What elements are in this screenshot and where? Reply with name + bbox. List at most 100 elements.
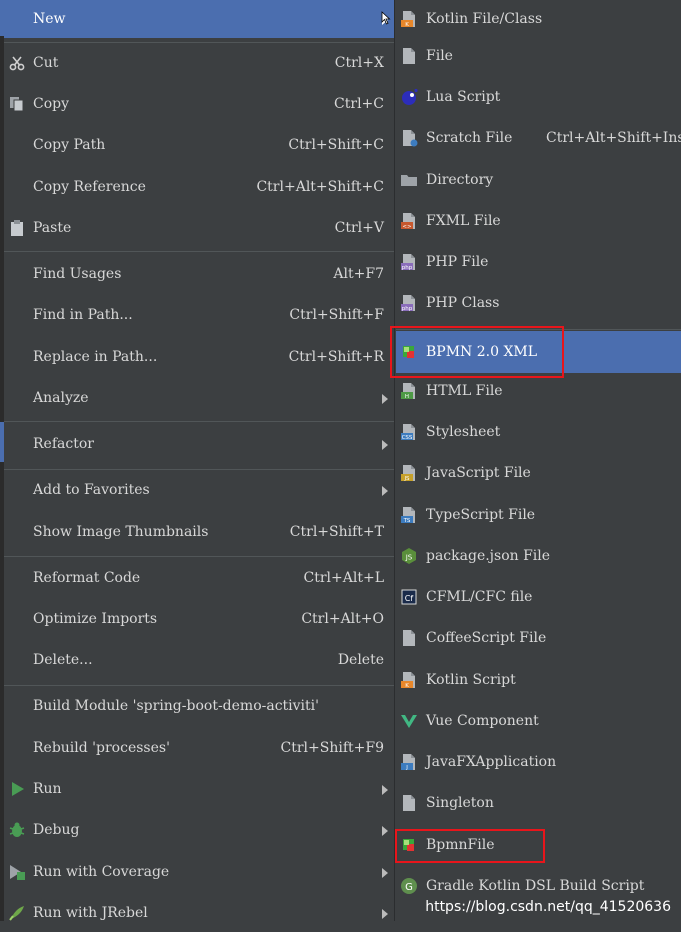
annotation-box-bpmn-xml — [390, 326, 564, 378]
menu-item-add-to-favorites[interactable]: Add to Favorites — [4, 471, 394, 509]
menu-item-label: Refactor — [33, 436, 94, 452]
nodejs-icon: JS — [400, 547, 418, 565]
submenu-item-lua-script[interactable]: Lua Script — [396, 78, 681, 116]
menu-item-label: Analyze — [33, 390, 89, 406]
menu-separator — [4, 556, 394, 557]
submenu-arrow-icon — [382, 486, 388, 496]
submenu-item-file[interactable]: File — [396, 37, 681, 75]
menu-item-rebuild-processes[interactable]: Rebuild 'processes' Ctrl+Shift+F9 — [4, 729, 394, 767]
menu-item-label: Run with Coverage — [33, 864, 170, 880]
kotlin-file-icon: K — [400, 10, 418, 28]
menu-item-find-in-path[interactable]: Find in Path... Ctrl+Shift+F — [4, 296, 394, 334]
menu-item-copy-reference[interactable]: Copy Reference Ctrl+Alt+Shift+C — [4, 168, 394, 206]
menu-item-label: New — [33, 11, 66, 27]
menu-item-optimize-imports[interactable]: Optimize Imports Ctrl+Alt+O — [4, 600, 394, 638]
menu-item-debug[interactable]: Debug — [4, 811, 394, 849]
submenu-arrow-icon — [382, 440, 388, 450]
menu-item-shortcut: Ctrl+Shift+F — [289, 307, 384, 323]
menu-item-run-with-coverage[interactable]: Run with Coverage — [4, 853, 394, 891]
submenu-item-javafxapplication[interactable]: J JavaFXApplication — [396, 743, 681, 781]
submenu-item-package-json-file[interactable]: JS package.json File — [396, 537, 681, 575]
mouse-cursor-icon — [381, 11, 391, 25]
menu-item-label: Add to Favorites — [33, 482, 150, 498]
singleton-icon — [400, 794, 418, 812]
menu-item-shortcut: Ctrl+Alt+L — [303, 570, 384, 586]
menu-item-label: Delete... — [33, 652, 93, 668]
menu-item-show-image-thumbnails[interactable]: Show Image Thumbnails Ctrl+Shift+T — [4, 513, 394, 551]
menu-item-label: Show Image Thumbnails — [33, 524, 209, 540]
submenu-item-php-class[interactable]: php PHP Class — [396, 284, 681, 322]
menu-item-shortcut: Ctrl+Shift+R — [288, 349, 384, 365]
svg-text:CSS: CSS — [402, 435, 413, 441]
submenu-item-label: Singleton — [426, 795, 494, 811]
submenu-item-cfml-cfc-file[interactable]: Cf CFML/CFC file — [396, 578, 681, 616]
submenu-item-label: Kotlin File/Class — [426, 11, 543, 27]
run-icon — [8, 780, 26, 798]
submenu-arrow-icon — [382, 394, 388, 404]
menu-item-shortcut: Ctrl+Shift+F9 — [280, 740, 384, 756]
menu-item-paste[interactable]: Paste Ctrl+V — [4, 209, 394, 247]
svg-text:TS: TS — [403, 518, 411, 524]
menu-item-reformat-code[interactable]: Reformat Code Ctrl+Alt+L — [4, 559, 394, 597]
menu-item-label: Run — [33, 781, 62, 797]
menu-separator — [4, 469, 394, 470]
menu-item-cut[interactable]: Cut Ctrl+X — [4, 44, 394, 82]
lua-icon — [400, 88, 418, 106]
svg-text:JS: JS — [405, 554, 413, 562]
svg-text:G: G — [405, 882, 413, 893]
submenu-item-shortcut: Ctrl+Alt+Shift+Insert — [546, 130, 681, 146]
submenu-item-vue-component[interactable]: Vue Component — [396, 702, 681, 740]
submenu-item-fxml-file[interactable]: <> FXML File — [396, 202, 681, 240]
scissors-icon — [8, 54, 26, 72]
folder-icon — [400, 171, 418, 189]
svg-text:Cf: Cf — [405, 594, 414, 603]
menu-item-delete[interactable]: Delete... Delete — [4, 641, 394, 679]
menu-item-find-usages[interactable]: Find Usages Alt+F7 — [4, 255, 394, 293]
submenu-item-label: Vue Component — [426, 713, 539, 729]
submenu-item-singleton[interactable]: Singleton — [396, 784, 681, 822]
menu-separator — [4, 42, 394, 43]
javafx-icon: J — [400, 753, 418, 771]
cfml-icon: Cf — [400, 588, 418, 606]
svg-text:K: K — [405, 22, 409, 28]
submenu-item-scratch-file[interactable]: Scratch File Ctrl+Alt+Shift+Insert — [396, 119, 681, 157]
submenu-item-typescript-file[interactable]: TS TypeScript File — [396, 496, 681, 534]
submenu-item-stylesheet[interactable]: CSS Stylesheet — [396, 413, 681, 451]
menu-item-label: Optimize Imports — [33, 611, 158, 627]
menu-item-copy-path[interactable]: Copy Path Ctrl+Shift+C — [4, 126, 394, 164]
submenu-item-kotlin-script[interactable]: K Kotlin Script — [396, 661, 681, 699]
kotlin-script-icon: K — [400, 671, 418, 689]
menu-item-shortcut: Ctrl+Shift+T — [289, 524, 384, 540]
menu-item-copy[interactable]: Copy Ctrl+C — [4, 85, 394, 123]
submenu-item-javascript-file[interactable]: JS JavaScript File — [396, 454, 681, 492]
submenu-item-kotlin-file-class[interactable]: K Kotlin File/Class — [396, 0, 681, 38]
menu-item-run-with-jrebel[interactable]: Run with JRebel — [4, 894, 394, 932]
svg-text:J: J — [405, 765, 408, 771]
menu-item-analyze[interactable]: Analyze — [4, 379, 394, 417]
menu-item-replace-in-path[interactable]: Replace in Path... Ctrl+Shift+R — [4, 338, 394, 376]
menu-item-label: Find in Path... — [33, 307, 133, 323]
submenu-item-label: Stylesheet — [426, 424, 501, 440]
menu-item-label: Copy Reference — [33, 179, 146, 195]
menu-item-new[interactable]: New — [4, 0, 394, 38]
menu-item-label: Debug — [33, 822, 80, 838]
svg-text:H: H — [405, 394, 409, 400]
menu-item-label: Copy Path — [33, 137, 106, 153]
submenu-item-label: CoffeeScript File — [426, 630, 547, 646]
svg-text:JS: JS — [403, 476, 410, 482]
menu-item-run[interactable]: Run — [4, 770, 394, 808]
submenu-arrow-icon — [382, 826, 388, 836]
php-file-icon: php — [400, 253, 418, 271]
submenu-item-directory[interactable]: Directory — [396, 161, 681, 199]
menu-item-refactor[interactable]: Refactor — [4, 425, 394, 463]
rocket-icon — [8, 904, 26, 922]
submenu-item-php-file[interactable]: php PHP File — [396, 243, 681, 281]
submenu-item-coffeescript-file[interactable]: CoffeeScript File — [396, 619, 681, 657]
menu-item-shortcut: Alt+F7 — [333, 266, 384, 282]
submenu-item-label: FXML File — [426, 213, 501, 229]
vue-icon — [400, 712, 418, 730]
submenu-item-label: Directory — [426, 172, 494, 188]
submenu-arrow-icon — [382, 909, 388, 919]
new-submenu: K Kotlin File/Class File Lua Script Scratch … — [396, 0, 681, 921]
menu-item-build-module-spring-boot-demo-activiti[interactable]: Build Module 'spring-boot-demo-activiti' — [4, 687, 394, 725]
